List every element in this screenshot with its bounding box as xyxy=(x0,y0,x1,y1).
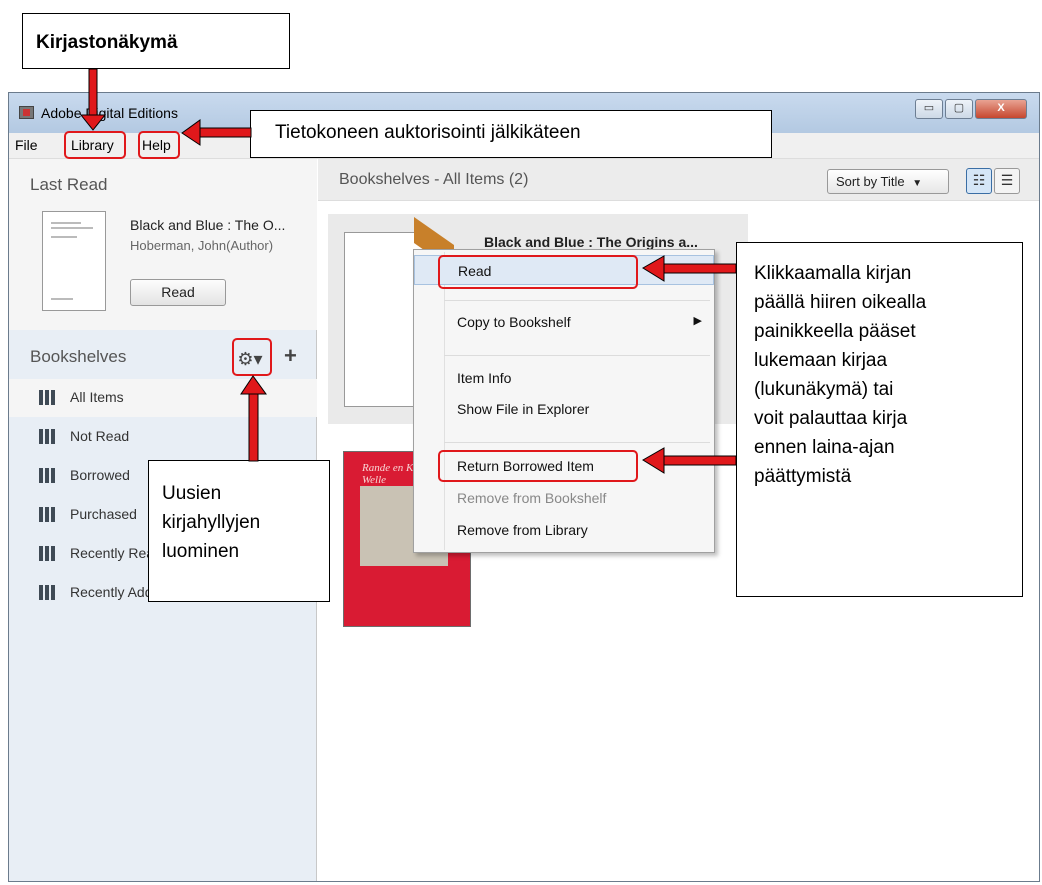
arrow-help-shaft xyxy=(197,127,252,138)
arrow-help-head xyxy=(181,119,201,146)
arrow-return-shaft xyxy=(661,455,737,466)
arrow-return-head xyxy=(642,447,665,474)
arrow-library-head xyxy=(79,114,107,131)
arrow-gear-head xyxy=(240,375,267,395)
arrow-library-shaft xyxy=(88,68,98,118)
arrow-gear-shaft xyxy=(248,391,259,462)
arrow-read-head xyxy=(642,255,665,282)
arrow-read-shaft xyxy=(661,263,737,274)
annotation-arrows xyxy=(79,68,737,474)
